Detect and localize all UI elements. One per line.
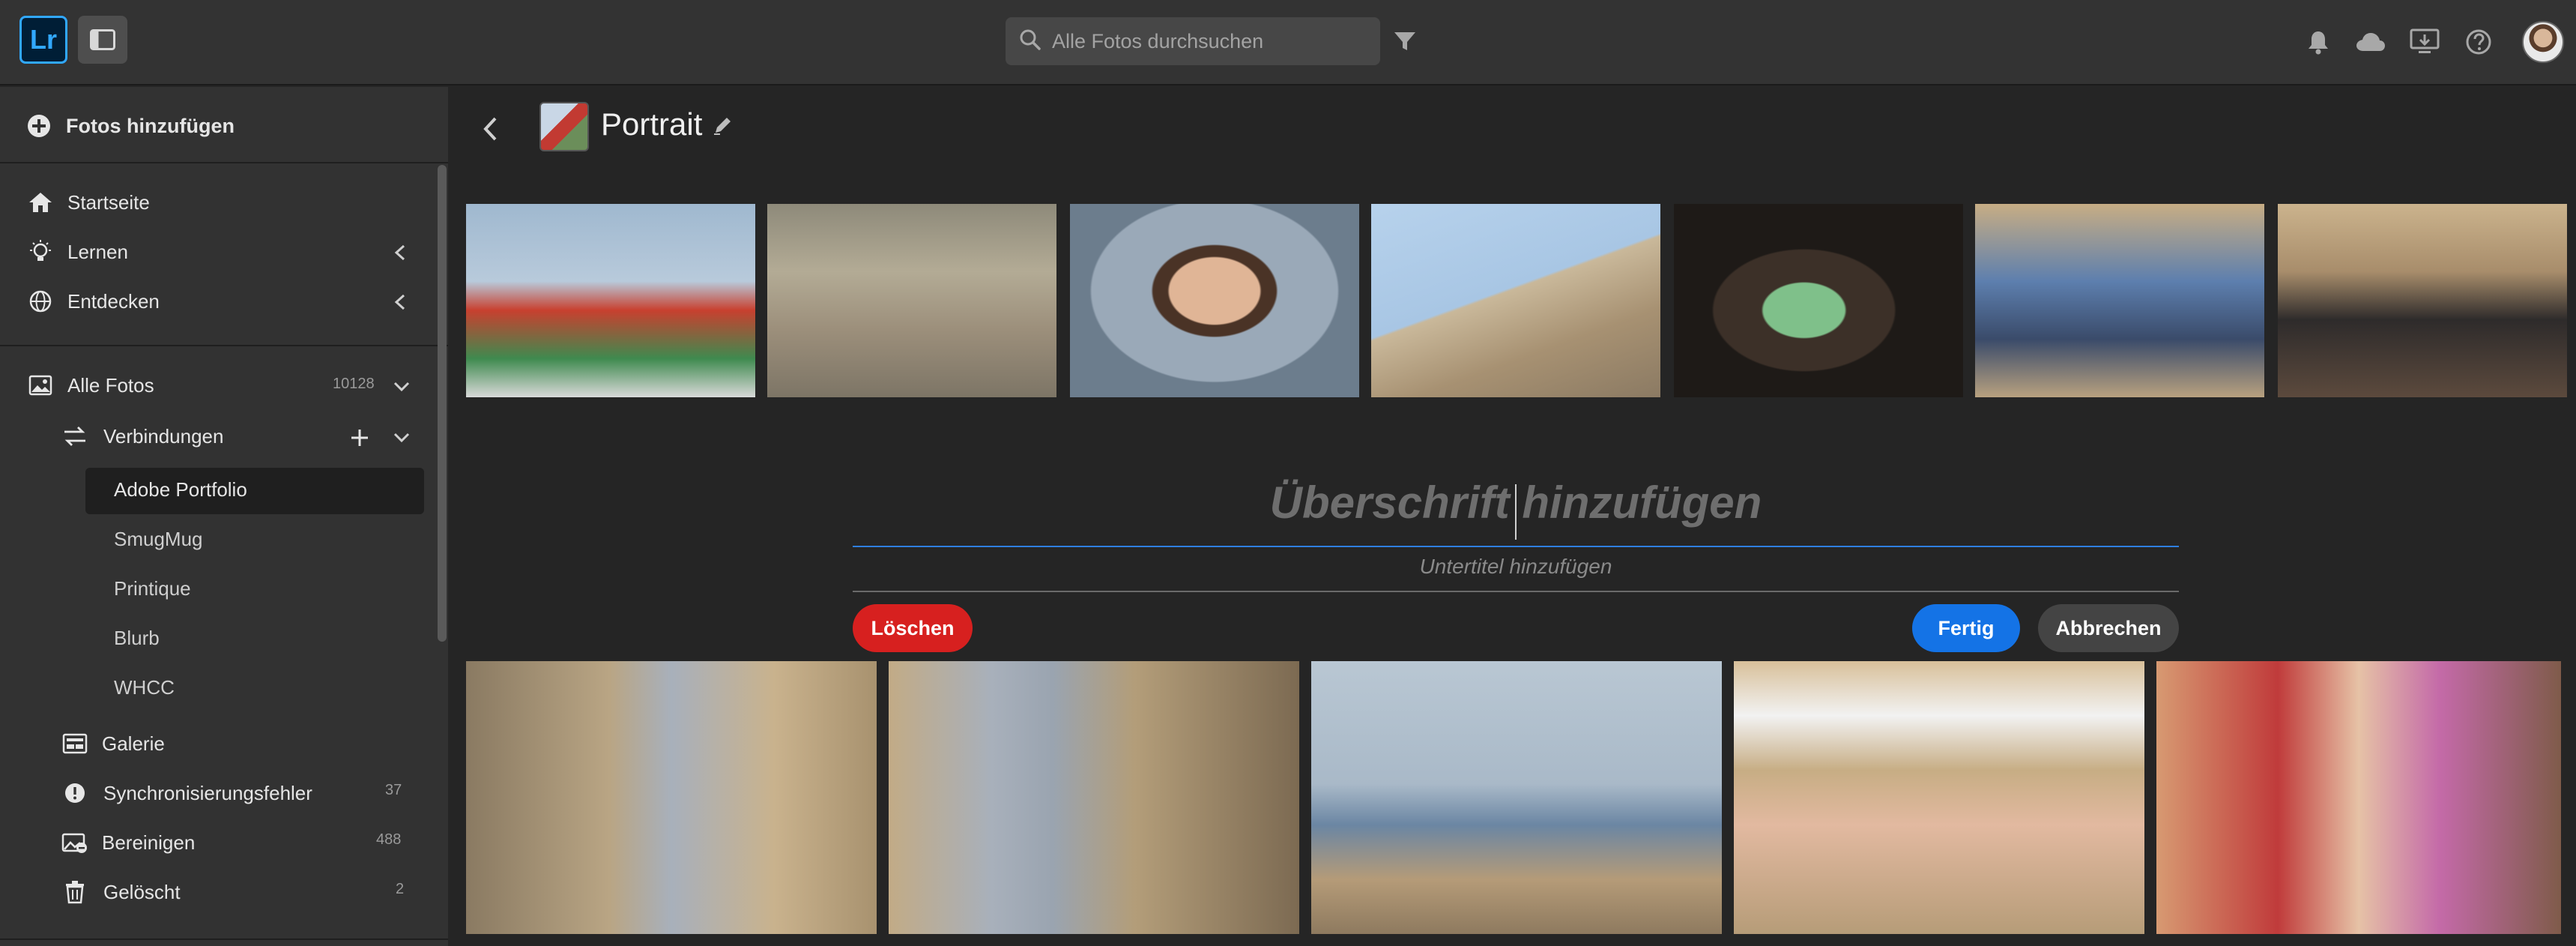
photo-thumbnail[interactable] — [1975, 204, 2264, 397]
gallery-icon — [61, 730, 88, 757]
plus-circle-icon — [25, 112, 52, 139]
sidebar: Fotos hinzufügen Startseite Lernen Entde… — [0, 87, 448, 946]
chevron-left-icon[interactable] — [390, 242, 411, 263]
sidebar-item-sync-errors[interactable]: Synchronisierungsfehler — [61, 780, 312, 807]
help-icon[interactable] — [2462, 25, 2495, 58]
sidebar-item-cleanup[interactable]: Bereinigen — [61, 829, 195, 856]
album-title: Portrait — [601, 106, 703, 142]
back-button[interactable] — [475, 114, 505, 147]
sidebar-item-deleted[interactable]: Gelöscht — [61, 879, 181, 906]
all-photos-count: 10128 — [333, 376, 375, 392]
sidebar-item-smugmug[interactable]: SmugMug — [114, 528, 203, 551]
photo-thumbnail[interactable] — [2278, 204, 2567, 397]
sidebar-item-gallery[interactable]: Galerie — [61, 730, 165, 757]
add-photos-label: Fotos hinzufügen — [66, 114, 235, 137]
pencil-icon[interactable] — [712, 114, 736, 138]
sidebar-item-label: Lernen — [67, 240, 128, 263]
plus-icon[interactable] — [349, 427, 370, 448]
sidebar-item-label: Alle Fotos — [67, 373, 154, 397]
sidebar-item-whcc[interactable]: WHCC — [114, 676, 175, 699]
cleanup-count: 488 — [376, 831, 402, 848]
sidebar-item-label: Startseite — [67, 190, 150, 214]
user-avatar[interactable] — [2522, 21, 2564, 63]
chevron-left-icon — [481, 115, 499, 146]
photo-thumbnail[interactable] — [1070, 204, 1359, 397]
chevron-down-icon[interactable] — [391, 376, 412, 397]
photo-thumbnail[interactable] — [1734, 661, 2144, 934]
photo-thumbnail[interactable] — [2156, 661, 2561, 934]
sidebar-item-label: Verbindungen — [103, 424, 224, 448]
heading-underline — [853, 546, 2179, 547]
done-button[interactable]: Fertig — [1912, 604, 2020, 652]
sidebar-item-label: Gelöscht — [103, 880, 181, 903]
filter-icon[interactable] — [1392, 28, 1418, 54]
globe-icon — [27, 288, 54, 315]
cloud-icon[interactable] — [2354, 25, 2387, 58]
photo-thumbnail[interactable] — [1371, 204, 1660, 397]
photo-thumbnail[interactable] — [466, 204, 755, 397]
sidebar-item-home[interactable]: Startseite — [27, 189, 150, 216]
subtitle-underline — [853, 591, 2179, 592]
delete-button[interactable]: Löschen — [853, 604, 973, 652]
sidebar-item-learn[interactable]: Lernen — [27, 238, 128, 265]
sidebar-item-blurb[interactable]: Blurb — [114, 627, 160, 650]
album-cover-thumbnail — [539, 102, 589, 151]
album-content: Portrait Überschrift hinzufügen Untertit… — [448, 87, 2576, 946]
sidebar-divider — [0, 345, 448, 346]
search-icon — [1019, 28, 1041, 55]
sync-errors-count: 37 — [385, 782, 402, 798]
sidebar-item-printique[interactable]: Printique — [114, 577, 191, 600]
chevron-left-icon[interactable] — [390, 292, 411, 313]
sidebar-item-adobe-portfolio[interactable]: Adobe Portfolio — [114, 478, 247, 501]
photo-thumbnail[interactable] — [767, 204, 1056, 397]
home-icon — [27, 189, 54, 216]
sidebar-item-label: Galerie — [102, 732, 165, 755]
search-input[interactable] — [1052, 29, 1367, 53]
photo-thumbnail[interactable] — [1311, 661, 1722, 934]
sidebar-scrollbar[interactable] — [438, 165, 447, 642]
sidebar-item-all-photos[interactable]: Alle Fotos — [27, 372, 154, 399]
search-bar[interactable] — [1006, 17, 1380, 65]
monitor-icon[interactable] — [2408, 25, 2441, 58]
add-photos-button[interactable]: Fotos hinzufügen — [25, 112, 235, 139]
sidebar-item-connections[interactable]: Verbindungen — [61, 423, 223, 450]
connections-icon — [61, 423, 88, 450]
cleanup-icon — [61, 829, 88, 856]
cancel-button[interactable]: Abbrechen — [2038, 604, 2179, 652]
lightroom-logo[interactable]: Lr — [19, 16, 67, 64]
alert-icon — [61, 780, 88, 807]
sidebar-item-discover[interactable]: Entdecken — [27, 288, 160, 315]
sidebar-item-label: Bereinigen — [102, 831, 196, 854]
sidebar-item-label: Synchronisierungsfehler — [103, 781, 312, 804]
sidebar-divider — [0, 939, 448, 940]
trash-icon — [61, 879, 88, 906]
photo-thumbnail[interactable] — [1674, 204, 1963, 397]
subtitle-input[interactable]: Untertitel hinzufügen — [853, 555, 2179, 585]
bell-icon[interactable] — [2302, 25, 2335, 58]
deleted-count: 2 — [396, 881, 405, 897]
top-bar: Lr — [0, 0, 2576, 85]
photos-icon — [27, 372, 54, 399]
panel-toggle-icon[interactable] — [78, 16, 127, 64]
sidebar-item-label: Entdecken — [67, 289, 160, 313]
text-caret — [1515, 484, 1517, 540]
photo-thumbnail[interactable] — [466, 661, 877, 934]
photo-thumbnail[interactable] — [889, 661, 1299, 934]
lightbulb-icon — [27, 238, 54, 265]
sidebar-divider — [0, 162, 448, 163]
chevron-down-icon[interactable] — [391, 427, 412, 448]
